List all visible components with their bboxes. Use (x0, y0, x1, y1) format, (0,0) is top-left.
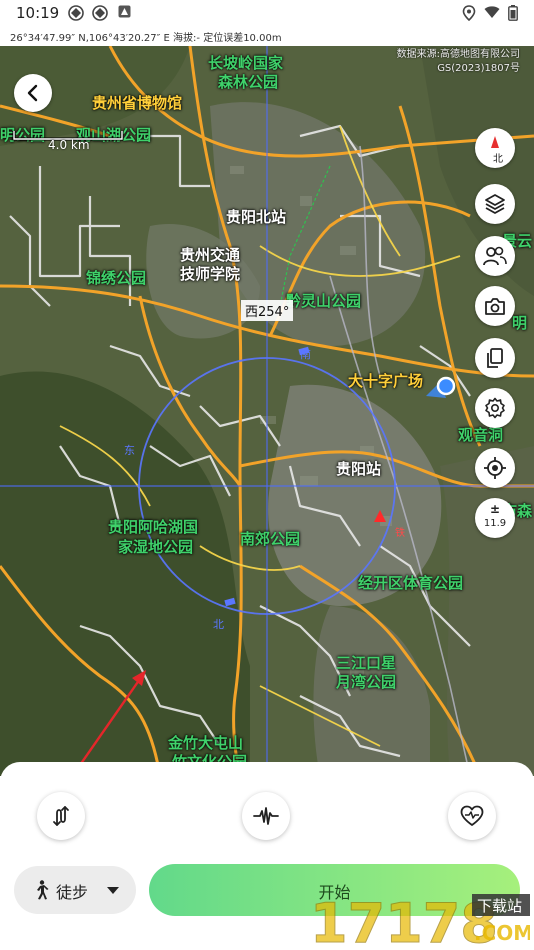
location-icon (462, 5, 476, 26)
settings-button[interactable] (475, 388, 515, 428)
map-label: 长坡岭国家 (208, 54, 284, 72)
attribution-line: 数据来源:高德地图有限公司 (396, 49, 520, 60)
map-label: 家湿地公园 (118, 538, 194, 556)
map-label: 金竹大屯山 (168, 734, 244, 752)
map-scale: 4.0 km (12, 126, 124, 152)
bottom-panel: 徒步 开始 17178 下载站 .COM (0, 762, 534, 950)
health-button[interactable] (448, 792, 496, 840)
svg-text:下载站: 下载站 (477, 897, 522, 915)
route-button[interactable] (37, 792, 85, 840)
app-icon (92, 5, 108, 26)
copy-button[interactable] (475, 338, 515, 378)
svg-text:.COM: .COM (474, 921, 530, 945)
camera-button[interactable] (475, 286, 515, 326)
map-label: 技师学院 (180, 265, 241, 283)
map-label: 大十字广场 (348, 372, 424, 390)
locate-button[interactable] (475, 448, 515, 488)
satellite-map[interactable]: 东 北 南 铁 数据来源:高德地图有限公司 GS(2023)1807号 贵州省博… (0, 46, 534, 776)
map-label: 锦绣公园 (86, 269, 147, 287)
map-label: 贵州交通 (180, 246, 241, 264)
notification-icon (118, 5, 131, 23)
mode-select[interactable]: 徒步 (14, 866, 136, 914)
heading-label: 西254° (241, 300, 294, 321)
compass-button[interactable]: 北 (475, 128, 515, 168)
zoom-button[interactable]: ± 11.9 (475, 498, 515, 538)
waveform-icon (253, 807, 279, 825)
status-bar: 10:19 (0, 0, 534, 28)
heart-pulse-icon (460, 805, 484, 826)
map-label: 贵州省博物馆 (92, 94, 183, 112)
wifi-icon (484, 5, 500, 24)
zoom-level: 11.9 (483, 518, 507, 529)
svg-text:铁: 铁 (395, 526, 405, 539)
map-label: 贵阳北站 (226, 208, 287, 226)
map-label: 黔灵山公园 (286, 292, 362, 310)
map-label: 贵阳阿哈湖国 (108, 518, 199, 536)
chevron-left-icon (27, 84, 38, 102)
map-label: 经开区体育公园 (358, 574, 464, 592)
watermark-logo: 17178 下载站 .COM (310, 892, 534, 950)
camera-icon (485, 298, 505, 315)
app-icon (68, 5, 84, 26)
svg-text:南: 南 (300, 348, 311, 361)
map-attribution: 数据来源:高德地图有限公司 GS(2023)1807号 (397, 48, 520, 76)
layers-button[interactable] (475, 184, 515, 224)
track-button[interactable] (242, 792, 290, 840)
map-label: 明 (512, 314, 528, 332)
copy-icon (487, 348, 503, 368)
zoom-symbol: ± (489, 502, 501, 516)
team-button[interactable] (475, 236, 515, 276)
map-label: 森林公园 (218, 73, 279, 91)
back-button[interactable] (14, 74, 52, 112)
chevron-down-icon (107, 887, 119, 894)
svg-text:17178: 17178 (310, 892, 498, 950)
map-label: 贵阳站 (336, 460, 382, 478)
mode-label: 徒步 (56, 883, 89, 902)
map-label: 三江口星 (336, 654, 397, 672)
map-label: 月湾公园 (336, 673, 397, 691)
svg-text:北: 北 (213, 618, 224, 631)
scale-text: 4.0 km (48, 138, 90, 152)
status-time: 10:19 (16, 4, 60, 22)
coordinates-bar: 26°34′47.99″ N,106°43′20.27″ E 海拔:- 定位误差… (0, 28, 534, 46)
compass-label: 北 (493, 154, 503, 165)
walk-icon (37, 880, 49, 900)
route-icon (53, 806, 69, 826)
battery-icon (508, 5, 518, 26)
attribution-line: GS(2023)1807号 (437, 63, 520, 74)
site-watermark: 17178 下载站 .COM (310, 892, 534, 950)
coordinates-text: 26°34′47.99″ N,106°43′20.27″ E 海拔:- 定位误差… (10, 33, 282, 44)
crosshair-icon (484, 457, 506, 479)
map-label: 南郊公园 (240, 530, 301, 548)
map-imagery: 东 北 南 铁 (0, 46, 534, 776)
users-icon (483, 246, 507, 266)
svg-text:东: 东 (124, 444, 135, 457)
layers-icon (485, 194, 505, 214)
gear-icon (485, 397, 505, 419)
